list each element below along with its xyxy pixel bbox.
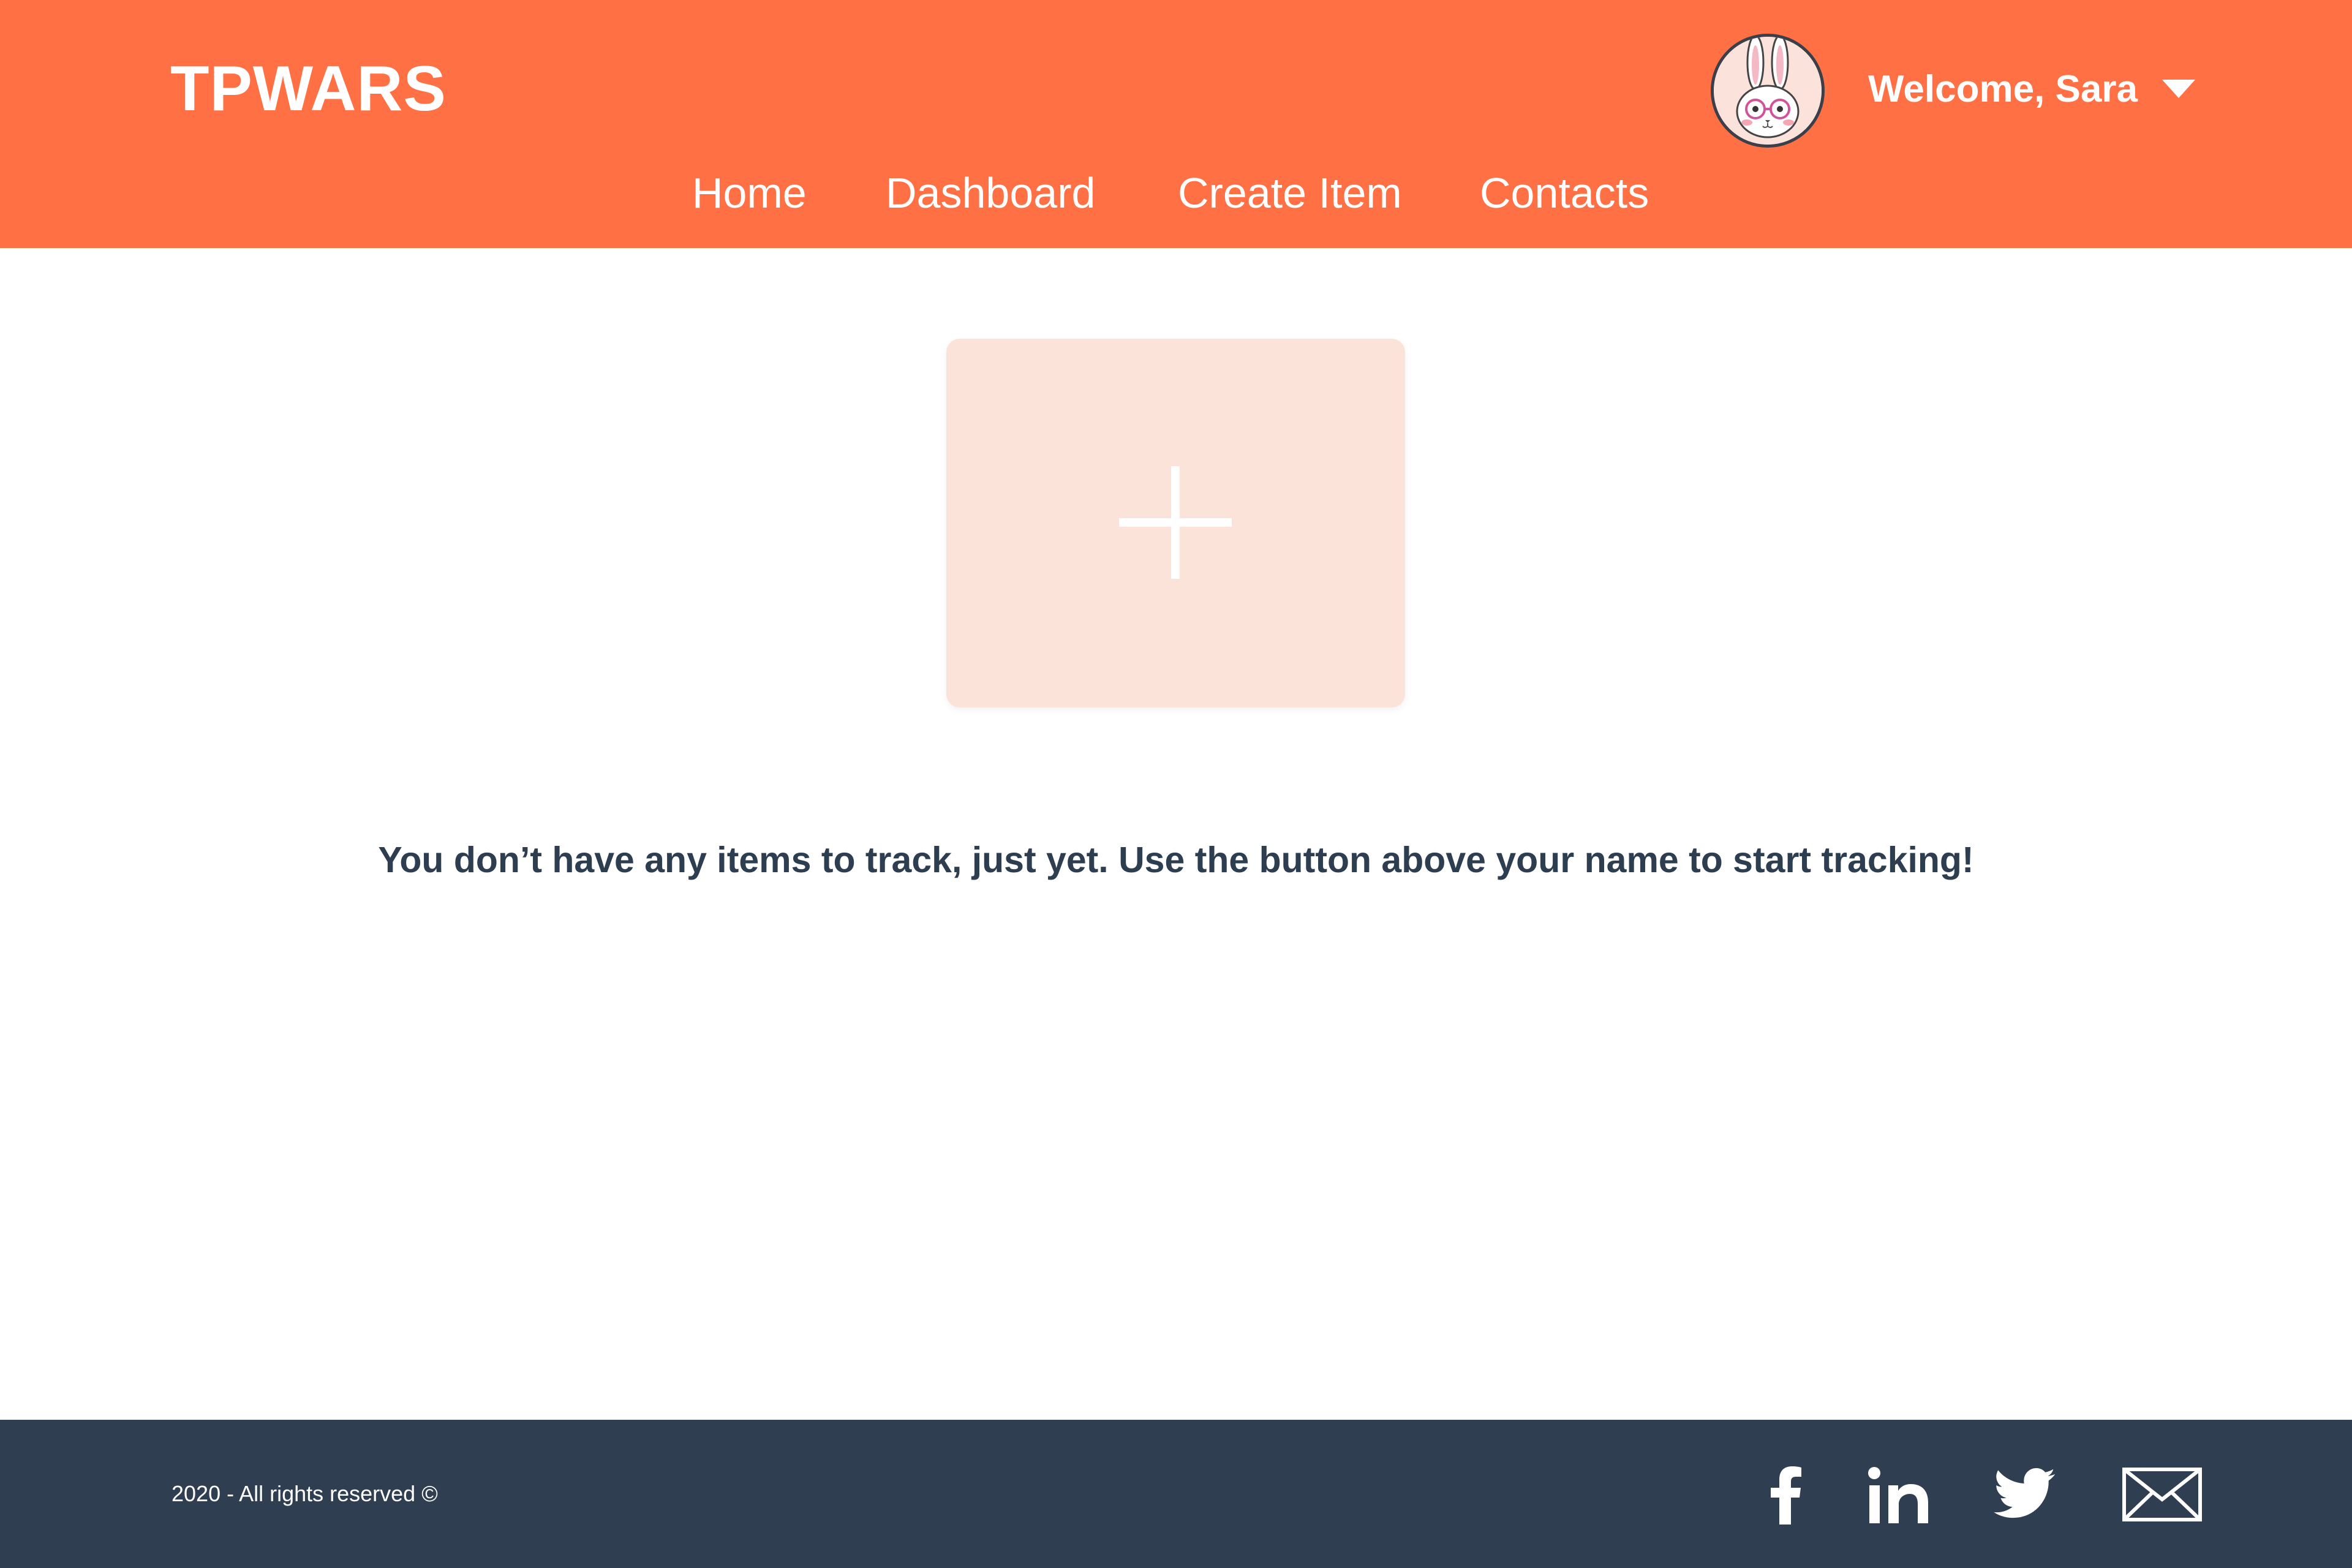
- twitter-icon[interactable]: [1994, 1467, 2056, 1521]
- caret-down-icon: [2162, 80, 2195, 98]
- bunny-avatar-icon: [1714, 37, 1822, 145]
- welcome-label: Welcome, Sara: [1868, 67, 2138, 110]
- copyright-text: 2020 - All rights reserved ©: [172, 1481, 438, 1506]
- plus-icon-horizontal: [1119, 518, 1232, 527]
- header: TPWARS Welcome, Sara Home Dashboard Crea…: [0, 0, 2352, 248]
- facebook-icon[interactable]: [1770, 1466, 1802, 1525]
- nav-dashboard[interactable]: Dashboard: [886, 156, 1095, 230]
- linkedin-icon[interactable]: [1868, 1466, 1929, 1525]
- nav-create-item[interactable]: Create Item: [1178, 156, 1402, 230]
- empty-state-message: You don’t have any items to track, just …: [378, 840, 1974, 880]
- user-menu[interactable]: Welcome, Sara: [1868, 58, 2196, 119]
- mail-icon[interactable]: [2122, 1468, 2202, 1521]
- add-item-card[interactable]: [946, 339, 1405, 707]
- avatar[interactable]: [1711, 34, 1825, 148]
- footer: 2020 - All rights reserved ©: [0, 1420, 2352, 1568]
- nav-home[interactable]: Home: [692, 156, 807, 230]
- nav-contacts[interactable]: Contacts: [1480, 156, 1649, 230]
- logo[interactable]: TPWARS: [170, 49, 447, 129]
